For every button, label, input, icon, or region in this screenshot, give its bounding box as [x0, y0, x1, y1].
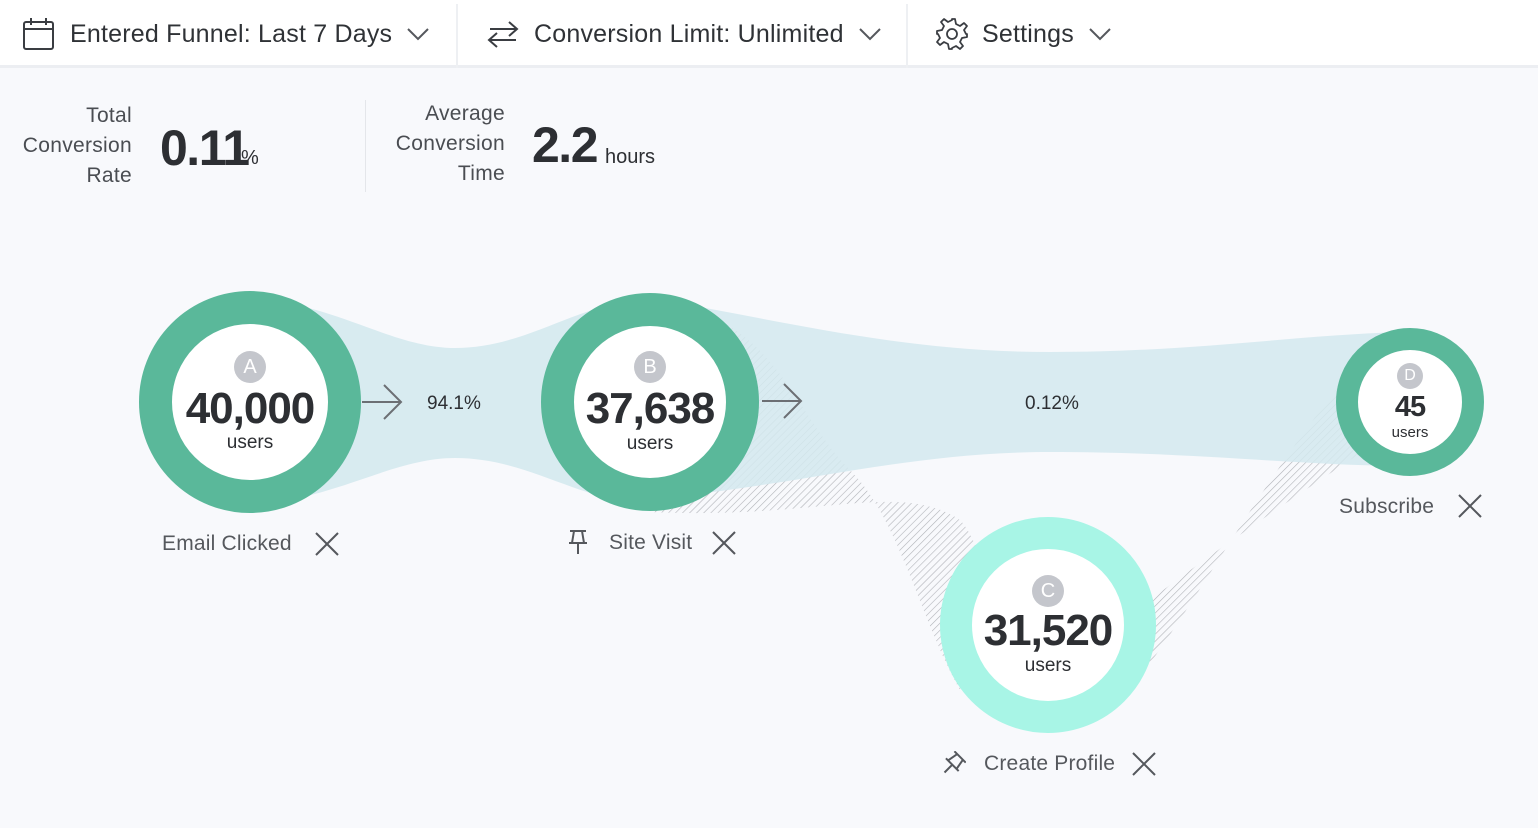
remove-step-d-icon[interactable]: [1457, 493, 1483, 519]
step-d-users-label: users: [1391, 424, 1429, 441]
pin-icon[interactable]: [567, 529, 589, 555]
step-a-count: 40,000: [185, 384, 316, 433]
step-c-users-label: users: [1024, 655, 1072, 676]
step-a-name: Email Clicked: [162, 532, 292, 555]
step-d-count: 45: [1394, 391, 1426, 423]
pin-icon[interactable]: [940, 751, 966, 777]
step-a-badge: A: [234, 351, 266, 383]
remove-step-a-icon[interactable]: [314, 531, 340, 557]
step-d-name: Subscribe: [1339, 495, 1435, 518]
conversion-a-to-b: 94.1%: [427, 393, 481, 414]
step-b-badge: B: [634, 351, 666, 383]
step-c-count: 31,520: [983, 606, 1114, 655]
step-b-name: Site Visit: [609, 531, 693, 554]
step-a-users-label: users: [226, 432, 274, 453]
step-d-badge: D: [1397, 363, 1423, 389]
remove-step-c-icon[interactable]: [1131, 751, 1157, 777]
step-b-count: 37,638: [585, 384, 716, 433]
step-b-users-label: users: [626, 433, 674, 454]
step-c-badge: C: [1032, 575, 1064, 607]
conversion-b-to-d: 0.12%: [1025, 393, 1079, 414]
remove-step-b-icon[interactable]: [711, 530, 737, 556]
step-c-name: Create Profile: [984, 752, 1116, 775]
